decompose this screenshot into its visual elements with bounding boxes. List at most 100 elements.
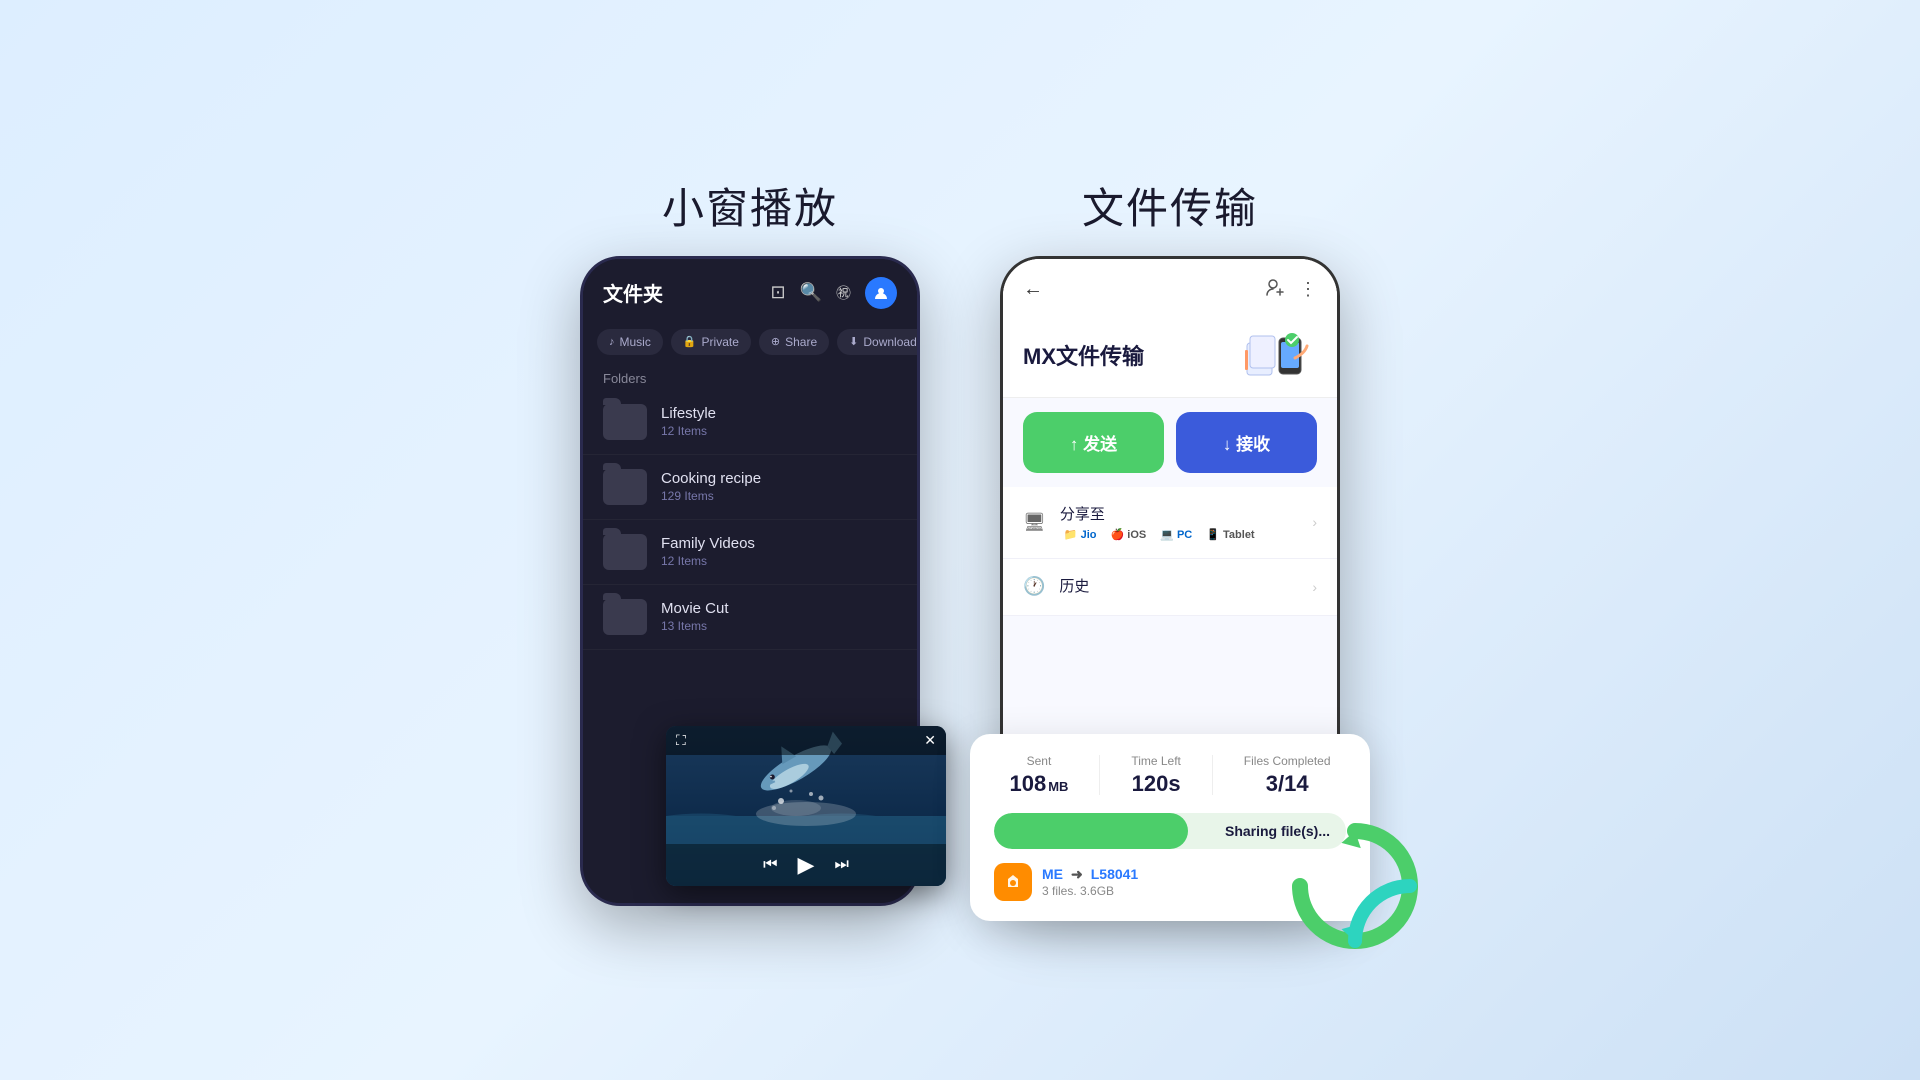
mini-player-header: ⛶ ✕: [666, 726, 946, 755]
left-section: 小窗播放 文件夹 ⊡ 🔍 ㊗: [580, 175, 920, 906]
files-value: 3/14: [1266, 771, 1309, 797]
platform-jio: 📁 Jio: [1060, 527, 1101, 542]
peer-detail: 3 files. 3.6GB: [1042, 884, 1138, 898]
folder-name-family: Family Videos: [661, 535, 755, 552]
white-header: ← ⋮: [1003, 259, 1337, 314]
more-icon[interactable]: ⋮: [1299, 279, 1317, 300]
platform-ios: 🍎 iOS: [1107, 527, 1151, 542]
tab-downloads[interactable]: ⬇ Downloads: [837, 329, 917, 355]
folder-item-lifestyle[interactable]: Lifestyle 12 Items: [583, 390, 917, 455]
tab-private-label: Private: [702, 335, 739, 349]
mx-illustration: [1237, 328, 1317, 383]
stat-divider-1: [1099, 755, 1100, 795]
right-section: 文件传输 ←: [1000, 175, 1340, 906]
history-section-item[interactable]: 🕐 历史 ›: [1003, 559, 1337, 616]
monitor-icon: 🖥: [1023, 512, 1046, 533]
folder-count-moviecut: 13 Items: [661, 619, 729, 633]
play-button[interactable]: ▶: [798, 852, 815, 878]
folder-icon-family: [603, 534, 647, 570]
search-icon[interactable]: 🔍: [800, 282, 822, 303]
share-platforms: 📁 Jio 🍎 iOS 💻 PC 📱 Tablet: [1060, 527, 1312, 542]
subtitle-icon[interactable]: ㊗: [836, 282, 851, 303]
prev-button[interactable]: ⏮: [763, 856, 777, 874]
downloads-tab-icon: ⬇: [849, 335, 858, 348]
platform-pc: 💻 PC: [1156, 527, 1196, 542]
folder-count-cooking: 129 Items: [661, 489, 761, 503]
action-buttons: ↑ 发送 ↓ 接收: [1003, 398, 1337, 487]
share-section-item[interactable]: 🖥 分享至 📁 Jio 🍎 iOS 💻 PC 📱 Tablet ›: [1003, 487, 1337, 559]
folder-item-cooking[interactable]: Cooking recipe 129 Items: [583, 455, 917, 520]
folder-name-lifestyle: Lifestyle: [661, 405, 716, 422]
transfer-arrows: [1290, 821, 1420, 951]
stat-sent: Sent 108 MB: [1009, 754, 1068, 797]
tab-downloads-label: Downloads: [863, 335, 917, 349]
tab-private[interactable]: 🔒 Private: [671, 329, 751, 355]
history-chevron-icon: ›: [1312, 579, 1317, 595]
history-title: 历史: [1059, 575, 1312, 596]
folder-info-cooking: Cooking recipe 129 Items: [661, 470, 761, 503]
main-container: 小窗播放 文件夹 ⊡ 🔍 ㊗: [0, 0, 1920, 1080]
add-user-icon[interactable]: [1265, 277, 1285, 302]
tab-music-label: Music: [620, 335, 651, 349]
folder-info-moviecut: Movie Cut 13 Items: [661, 600, 729, 633]
left-title: 小窗播放: [662, 175, 838, 236]
white-header-right: ⋮: [1265, 277, 1317, 302]
mx-illustration-svg: [1237, 328, 1317, 383]
tab-music[interactable]: ♪ Music: [597, 329, 663, 355]
right-title: 文件传输: [1082, 175, 1258, 236]
share-tab-icon: ⊕: [771, 335, 780, 348]
sent-unit: MB: [1048, 779, 1068, 794]
files-label: Files Completed: [1244, 754, 1331, 768]
mx-logo: MX文件传输: [1023, 339, 1144, 371]
profile-icon[interactable]: [865, 277, 897, 309]
transfer-arrows-svg: [1290, 821, 1420, 951]
tab-share[interactable]: ⊕ Share: [759, 329, 829, 355]
time-label: Time Left: [1131, 754, 1181, 768]
dark-tabs: ♪ Music 🔒 Private ⊕ Share ⬇: [583, 321, 917, 363]
peer-from: ME: [1042, 866, 1063, 882]
stat-files: Files Completed 3/14: [1244, 754, 1331, 797]
folder-info-lifestyle: Lifestyle 12 Items: [661, 405, 716, 438]
share-content: 分享至 📁 Jio 🍎 iOS 💻 PC 📱 Tablet: [1060, 503, 1312, 542]
history-icon: 🕐: [1023, 576, 1045, 597]
mini-player: ⛶ ✕: [666, 726, 946, 886]
receive-button[interactable]: ↓ 接收: [1176, 412, 1317, 473]
folder-item-moviecut[interactable]: Movie Cut 13 Items: [583, 585, 917, 650]
peer-app-icon: [994, 863, 1032, 901]
next-button[interactable]: ⏭: [834, 856, 848, 874]
mini-player-controls: ⏮ ▶ ⏭: [666, 844, 946, 886]
platform-tablet: 📱 Tablet: [1202, 527, 1258, 542]
private-tab-icon: 🔒: [683, 335, 697, 348]
tab-share-label: Share: [785, 335, 817, 349]
folder-icon-cooking: [603, 469, 647, 505]
transfer-stats: Sent 108 MB Time Left 120s Files Complet…: [994, 754, 1346, 797]
share-chevron-icon: ›: [1312, 514, 1317, 530]
dark-header-icons: ⊡ 🔍 ㊗: [770, 277, 897, 309]
share-title: 分享至: [1060, 503, 1312, 524]
sent-label: Sent: [1027, 754, 1052, 768]
time-value: 120s: [1132, 771, 1181, 797]
music-tab-icon: ♪: [609, 336, 615, 348]
back-button[interactable]: ←: [1023, 278, 1043, 301]
history-content: 历史: [1059, 575, 1312, 599]
folder-name-moviecut: Movie Cut: [661, 600, 729, 617]
close-icon[interactable]: ✕: [924, 732, 936, 749]
folder-icon-lifestyle: [603, 404, 647, 440]
folder-item-family[interactable]: Family Videos 12 Items: [583, 520, 917, 585]
cast-icon[interactable]: ⊡: [770, 282, 785, 303]
transfer-card: Sent 108 MB Time Left 120s Files Complet…: [970, 734, 1370, 921]
folder-icon-moviecut: [603, 599, 647, 635]
mx-banner: MX文件传输: [1003, 314, 1337, 398]
stat-divider-2: [1212, 755, 1213, 795]
peer-info: ME ➜ L58041 3 files. 3.6GB: [1042, 866, 1138, 898]
progress-bar-fill: [994, 813, 1188, 849]
folder-count-lifestyle: 12 Items: [661, 424, 716, 438]
dark-header: 文件夹 ⊡ 🔍 ㊗: [583, 259, 917, 321]
folder-name-cooking: Cooking recipe: [661, 470, 761, 487]
expand-icon[interactable]: ⛶: [676, 732, 686, 749]
folder-info-family: Family Videos 12 Items: [661, 535, 755, 568]
stat-time: Time Left 120s: [1131, 754, 1181, 797]
dark-header-title: 文件夹: [603, 278, 663, 307]
send-button[interactable]: ↑ 发送: [1023, 412, 1164, 473]
folder-count-family: 12 Items: [661, 554, 755, 568]
